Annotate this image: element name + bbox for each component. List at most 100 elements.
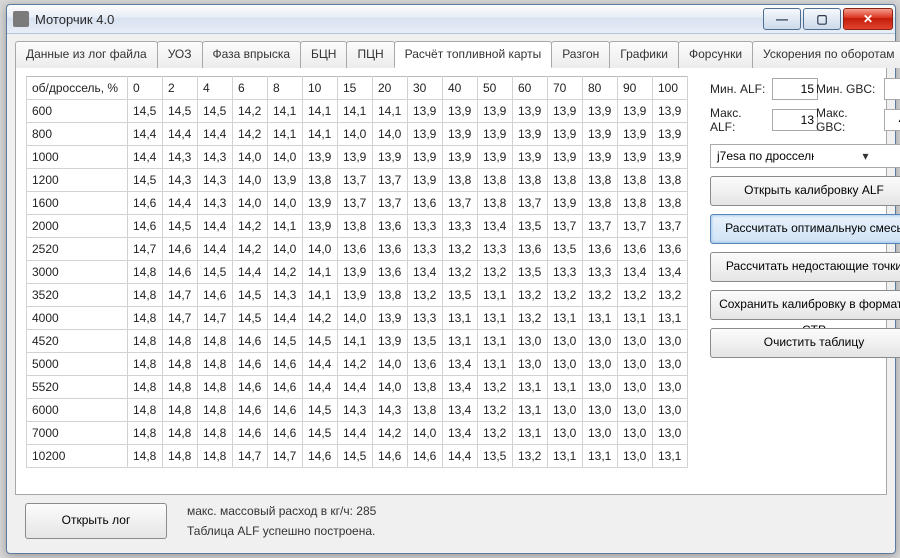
cell[interactable]: 14,1 bbox=[303, 100, 338, 123]
cell[interactable]: 14,3 bbox=[198, 146, 233, 169]
cell[interactable]: 13,9 bbox=[583, 146, 618, 169]
cell[interactable]: 13,6 bbox=[408, 192, 443, 215]
table-row[interactable]: 200014,614,514,414,214,113,913,813,613,3… bbox=[27, 215, 688, 238]
cell[interactable]: 14,8 bbox=[128, 261, 163, 284]
table-row[interactable]: 60014,514,514,514,214,114,114,114,113,91… bbox=[27, 100, 688, 123]
cell[interactable]: 14,6 bbox=[268, 399, 303, 422]
cell[interactable]: 13,5 bbox=[478, 445, 513, 468]
save-ctp-button[interactable]: Сохранить калибровку в формате CTP bbox=[710, 290, 900, 320]
cell[interactable]: 13,0 bbox=[583, 330, 618, 353]
cell[interactable]: 14,6 bbox=[233, 376, 268, 399]
cell[interactable]: 13,1 bbox=[548, 376, 583, 399]
cell[interactable]: 14,6 bbox=[128, 192, 163, 215]
tab-3[interactable]: БЦН bbox=[300, 41, 347, 68]
cell[interactable]: 13,0 bbox=[618, 422, 653, 445]
calc-mixture-button[interactable]: Рассчитать оптимальную смесь bbox=[710, 214, 900, 244]
table-row[interactable]: 400014,814,714,714,514,414,214,013,913,3… bbox=[27, 307, 688, 330]
cell[interactable]: 13,0 bbox=[583, 422, 618, 445]
cell[interactable]: 13,9 bbox=[478, 146, 513, 169]
row-header[interactable]: 7000 bbox=[27, 422, 128, 445]
cell[interactable]: 14,4 bbox=[233, 261, 268, 284]
cell[interactable]: 14,3 bbox=[163, 169, 198, 192]
cell[interactable]: 14,1 bbox=[303, 284, 338, 307]
cell[interactable]: 13,8 bbox=[478, 169, 513, 192]
cell[interactable]: 14,1 bbox=[268, 123, 303, 146]
row-header[interactable]: 1200 bbox=[27, 169, 128, 192]
cell[interactable]: 14,0 bbox=[233, 192, 268, 215]
tab-8[interactable]: Форсунки bbox=[678, 41, 753, 68]
cell[interactable]: 14,8 bbox=[163, 422, 198, 445]
col-header[interactable]: 0 bbox=[128, 77, 163, 100]
cell[interactable]: 13,7 bbox=[653, 215, 688, 238]
cell[interactable]: 13,4 bbox=[443, 422, 478, 445]
cell[interactable]: 14,7 bbox=[128, 238, 163, 261]
cell[interactable]: 13,7 bbox=[513, 192, 548, 215]
table-row[interactable]: 500014,814,814,814,614,614,414,214,013,6… bbox=[27, 353, 688, 376]
cell[interactable]: 14,8 bbox=[163, 445, 198, 468]
open-calibration-button[interactable]: Открыть калибровку ALF bbox=[710, 176, 900, 206]
clear-table-button[interactable]: Очистить таблицу bbox=[710, 328, 900, 358]
cell[interactable]: 14,0 bbox=[338, 123, 373, 146]
cell[interactable]: 13,1 bbox=[653, 445, 688, 468]
cell[interactable]: 13,5 bbox=[548, 238, 583, 261]
col-header[interactable]: 60 bbox=[513, 77, 548, 100]
cell[interactable]: 13,9 bbox=[513, 123, 548, 146]
cell[interactable]: 14,4 bbox=[198, 238, 233, 261]
cell[interactable]: 14,0 bbox=[268, 238, 303, 261]
cell[interactable]: 14,8 bbox=[198, 445, 233, 468]
col-header[interactable]: 6 bbox=[233, 77, 268, 100]
cell[interactable]: 13,9 bbox=[408, 169, 443, 192]
col-header[interactable]: 20 bbox=[373, 77, 408, 100]
cell[interactable]: 13,3 bbox=[548, 261, 583, 284]
cell[interactable]: 13,8 bbox=[478, 192, 513, 215]
cell[interactable]: 14,6 bbox=[233, 422, 268, 445]
cell[interactable]: 14,8 bbox=[198, 376, 233, 399]
cell[interactable]: 14,0 bbox=[338, 307, 373, 330]
cell[interactable]: 13,9 bbox=[408, 146, 443, 169]
cell[interactable]: 14,0 bbox=[233, 169, 268, 192]
cell[interactable]: 13,8 bbox=[408, 399, 443, 422]
col-header[interactable]: 2 bbox=[163, 77, 198, 100]
cell[interactable]: 14,6 bbox=[233, 353, 268, 376]
cell[interactable]: 13,1 bbox=[618, 307, 653, 330]
cell[interactable]: 14,3 bbox=[268, 284, 303, 307]
fuel-table[interactable]: об/дроссель, %02468101520304050607080901… bbox=[26, 76, 688, 468]
cell[interactable]: 13,7 bbox=[443, 192, 478, 215]
cell[interactable]: 13,1 bbox=[583, 445, 618, 468]
col-header[interactable]: 80 bbox=[583, 77, 618, 100]
cell[interactable]: 14,5 bbox=[128, 100, 163, 123]
cell[interactable]: 13,5 bbox=[513, 261, 548, 284]
cell[interactable]: 13,1 bbox=[583, 307, 618, 330]
cell[interactable]: 13,8 bbox=[548, 169, 583, 192]
cell[interactable]: 13,1 bbox=[513, 376, 548, 399]
cell[interactable]: 13,2 bbox=[513, 445, 548, 468]
profile-combo[interactable]: j7esa по дросселю ▾ bbox=[710, 144, 900, 168]
cell[interactable]: 13,1 bbox=[478, 330, 513, 353]
cell[interactable]: 14,2 bbox=[373, 422, 408, 445]
cell[interactable]: 13,0 bbox=[583, 399, 618, 422]
cell[interactable]: 13,2 bbox=[513, 307, 548, 330]
cell[interactable]: 13,6 bbox=[513, 238, 548, 261]
cell[interactable]: 13,2 bbox=[618, 284, 653, 307]
cell[interactable]: 14,7 bbox=[268, 445, 303, 468]
cell[interactable]: 13,1 bbox=[478, 284, 513, 307]
cell[interactable]: 14,5 bbox=[233, 307, 268, 330]
cell[interactable]: 13,0 bbox=[513, 330, 548, 353]
row-header[interactable]: 3000 bbox=[27, 261, 128, 284]
cell[interactable]: 13,9 bbox=[443, 100, 478, 123]
cell[interactable]: 13,3 bbox=[583, 261, 618, 284]
cell[interactable]: 13,9 bbox=[303, 146, 338, 169]
cell[interactable]: 14,6 bbox=[198, 284, 233, 307]
cell[interactable]: 13,4 bbox=[653, 261, 688, 284]
table-row[interactable]: 80014,414,414,414,214,114,114,014,013,91… bbox=[27, 123, 688, 146]
cell[interactable]: 13,1 bbox=[513, 422, 548, 445]
cell[interactable]: 14,6 bbox=[268, 422, 303, 445]
cell[interactable]: 14,2 bbox=[233, 123, 268, 146]
cell[interactable]: 14,1 bbox=[303, 123, 338, 146]
cell[interactable]: 13,9 bbox=[618, 123, 653, 146]
cell[interactable]: 14,0 bbox=[373, 376, 408, 399]
cell[interactable]: 13,9 bbox=[443, 146, 478, 169]
cell[interactable]: 14,2 bbox=[233, 238, 268, 261]
cell[interactable]: 14,3 bbox=[198, 192, 233, 215]
cell[interactable]: 14,8 bbox=[128, 330, 163, 353]
